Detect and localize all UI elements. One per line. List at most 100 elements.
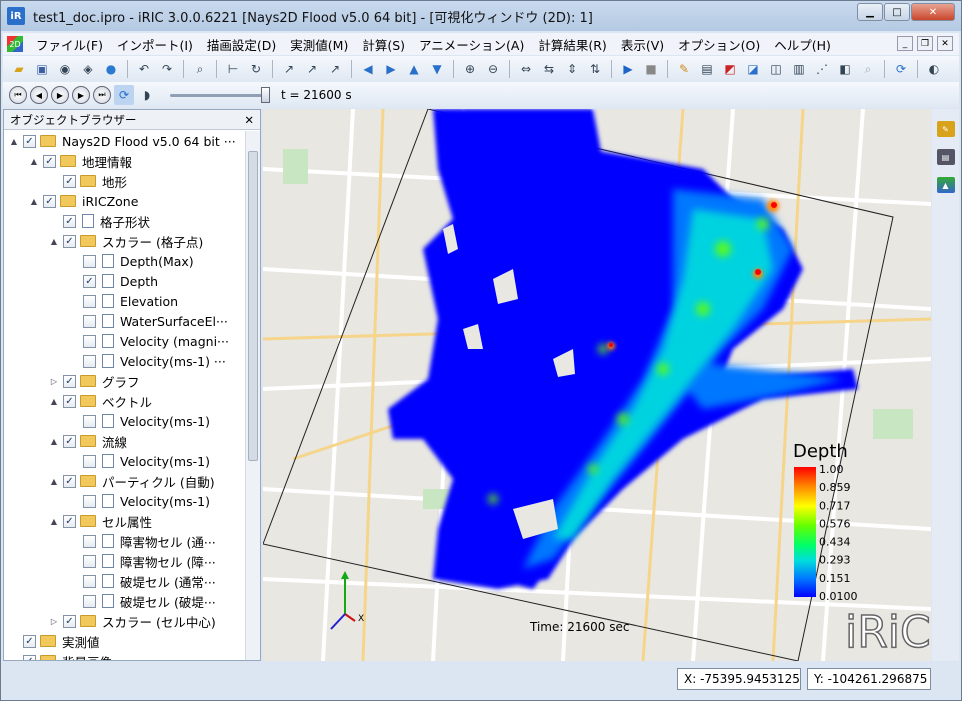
- visualization-view[interactable]: Depth 1.00 0.859 0.717 0.576 0.434 0.293 0.151…: [263, 109, 931, 661]
- tree-item[interactable]: ✓ 実測値: [4, 631, 246, 651]
- pan-up-icon[interactable]: ▲: [404, 59, 424, 79]
- expand-arrow-icon[interactable]: ▲: [28, 157, 40, 166]
- tree-item[interactable]: ▷ ✓ グラフ: [4, 371, 246, 391]
- tree-item[interactable]: ▲ ✓ 地理情報: [4, 151, 246, 171]
- visibility-checkbox[interactable]: [83, 454, 96, 468]
- follow-icon[interactable]: ◗: [137, 85, 157, 105]
- menu-measured[interactable]: 実測値(M): [283, 35, 355, 54]
- shrink-x-icon[interactable]: ⇆: [539, 59, 559, 79]
- expand-y-icon[interactable]: ⇕: [562, 59, 582, 79]
- expand-arrow-icon[interactable]: ▲: [48, 237, 60, 246]
- visibility-checkbox[interactable]: ✓: [63, 174, 76, 188]
- layer-edit-icon[interactable]: ✎: [936, 121, 955, 137]
- visibility-checkbox[interactable]: ✓: [23, 654, 36, 660]
- expand-arrow-icon[interactable]: ▲: [28, 197, 40, 206]
- visibility-checkbox[interactable]: [83, 314, 96, 328]
- view-zx-icon[interactable]: ↗: [325, 59, 345, 79]
- visibility-checkbox[interactable]: [83, 534, 96, 548]
- tree-item[interactable]: WaterSurfaceEl···: [4, 311, 246, 331]
- view-xy-icon[interactable]: ↗: [279, 59, 299, 79]
- menu-import[interactable]: インポート(I): [110, 35, 200, 54]
- pan-left-icon[interactable]: ◀: [358, 59, 378, 79]
- next-step-icon[interactable]: ▶: [72, 86, 90, 104]
- visibility-checkbox[interactable]: [83, 414, 96, 428]
- visibility-checkbox[interactable]: ✓: [43, 194, 56, 208]
- scrollbar-thumb[interactable]: [248, 151, 258, 461]
- visibility-checkbox[interactable]: [83, 574, 96, 588]
- visibility-checkbox[interactable]: ✓: [43, 154, 56, 168]
- panel-close-icon[interactable]: ✕: [244, 113, 254, 127]
- visibility-checkbox[interactable]: ✓: [63, 514, 76, 528]
- tree-item[interactable]: Velocity(ms-1): [4, 451, 246, 471]
- scatter-graph-icon[interactable]: ⋰: [812, 59, 832, 79]
- menu-help[interactable]: ヘルプ(H): [767, 35, 838, 54]
- expand-arrow-icon[interactable]: ▷: [48, 617, 60, 626]
- pan-down-icon[interactable]: ▼: [427, 59, 447, 79]
- rotate-90-icon[interactable]: ↻: [246, 59, 266, 79]
- close-button[interactable]: ✕: [911, 3, 955, 21]
- visibility-checkbox[interactable]: [83, 334, 96, 348]
- visibility-checkbox[interactable]: [83, 494, 96, 508]
- open-folder-icon[interactable]: ▰: [9, 59, 29, 79]
- maximize-button[interactable]: □: [884, 3, 910, 21]
- visibility-checkbox[interactable]: ✓: [63, 234, 76, 248]
- visibility-checkbox[interactable]: [83, 354, 96, 368]
- tree-item[interactable]: ▲ ✓ iRICZone: [4, 191, 246, 211]
- tree-item[interactable]: ✓ 格子形状: [4, 211, 246, 231]
- menu-results[interactable]: 計算結果(R): [531, 35, 613, 54]
- loop-icon[interactable]: ⟳: [114, 85, 134, 105]
- menu-calculate[interactable]: 計算(S): [355, 35, 412, 54]
- menu-file[interactable]: ファイル(F): [29, 35, 110, 54]
- redo-icon[interactable]: ↷: [157, 59, 177, 79]
- globe-icon[interactable]: ●: [101, 59, 121, 79]
- axis-reset-icon[interactable]: ⊢: [223, 59, 243, 79]
- console-icon[interactable]: ▤: [697, 59, 717, 79]
- tree-item[interactable]: ✓ Depth: [4, 271, 246, 291]
- visibility-checkbox[interactable]: ✓: [63, 614, 76, 628]
- previous-step-icon[interactable]: ◀: [30, 86, 48, 104]
- tree-item[interactable]: ▲ ✓ 流線: [4, 431, 246, 451]
- visibility-checkbox[interactable]: ✓: [63, 374, 76, 388]
- zoom-fit-icon[interactable]: ⌕: [190, 59, 210, 79]
- tree-item[interactable]: ✓ 背景画像: [4, 651, 246, 660]
- shrink-y-icon[interactable]: ⇅: [585, 59, 605, 79]
- mdi-2d-icon[interactable]: 2D: [7, 36, 23, 52]
- tree-item[interactable]: Elevation: [4, 291, 246, 311]
- graph-icon[interactable]: ▥: [789, 59, 809, 79]
- tree-item[interactable]: 破堤セル (通常···: [4, 571, 246, 591]
- expand-arrow-icon[interactable]: ▷: [48, 377, 60, 386]
- tree-item[interactable]: Velocity(ms-1): [4, 411, 246, 431]
- menu-draw-settings[interactable]: 描画設定(D): [200, 35, 283, 54]
- visibility-checkbox[interactable]: [83, 554, 96, 568]
- tree-item[interactable]: ▲ ✓ ベクトル: [4, 391, 246, 411]
- menu-animation[interactable]: アニメーション(A): [412, 35, 531, 54]
- expand-arrow-icon[interactable]: ▲: [48, 397, 60, 406]
- mouse-icon[interactable]: ◐: [924, 59, 944, 79]
- tree-item[interactable]: Velocity(ms-1) ···: [4, 351, 246, 371]
- run-icon[interactable]: ▶: [618, 59, 638, 79]
- play-icon[interactable]: ▶: [51, 86, 69, 104]
- property-icon[interactable]: ▤: [936, 149, 955, 165]
- tree-item[interactable]: Depth(Max): [4, 251, 246, 271]
- visibility-checkbox[interactable]: ✓: [83, 274, 96, 288]
- visibility-checkbox[interactable]: ✓: [23, 634, 36, 648]
- minimize-button[interactable]: ▁: [857, 3, 883, 21]
- zoom-out-icon[interactable]: ⊖: [483, 59, 503, 79]
- visibility-checkbox[interactable]: ✓: [63, 434, 76, 448]
- expand-arrow-icon[interactable]: ▲: [48, 477, 60, 486]
- tree-item[interactable]: 障害物セル (通···: [4, 531, 246, 551]
- stop-icon[interactable]: ■: [641, 59, 661, 79]
- expand-arrow-icon[interactable]: ▲: [48, 517, 60, 526]
- menu-options[interactable]: オプション(O): [671, 35, 767, 54]
- tree-item[interactable]: Velocity (magni···: [4, 331, 246, 351]
- save-icon[interactable]: ▣: [32, 59, 52, 79]
- tree-scrollbar[interactable]: [245, 131, 260, 660]
- tree-item[interactable]: 障害物セル (障···: [4, 551, 246, 571]
- mdi-restore-button[interactable]: ❐: [917, 36, 933, 51]
- edit-pencil-icon[interactable]: ✎: [674, 59, 694, 79]
- map-canvas[interactable]: Depth 1.00 0.859 0.717 0.576 0.434 0.293 0.151…: [263, 109, 931, 661]
- 2d-bird-view-icon[interactable]: ◪: [743, 59, 763, 79]
- visibility-checkbox[interactable]: ✓: [23, 134, 36, 148]
- slider-thumb[interactable]: [261, 87, 270, 103]
- menu-view[interactable]: 表示(V): [614, 35, 671, 54]
